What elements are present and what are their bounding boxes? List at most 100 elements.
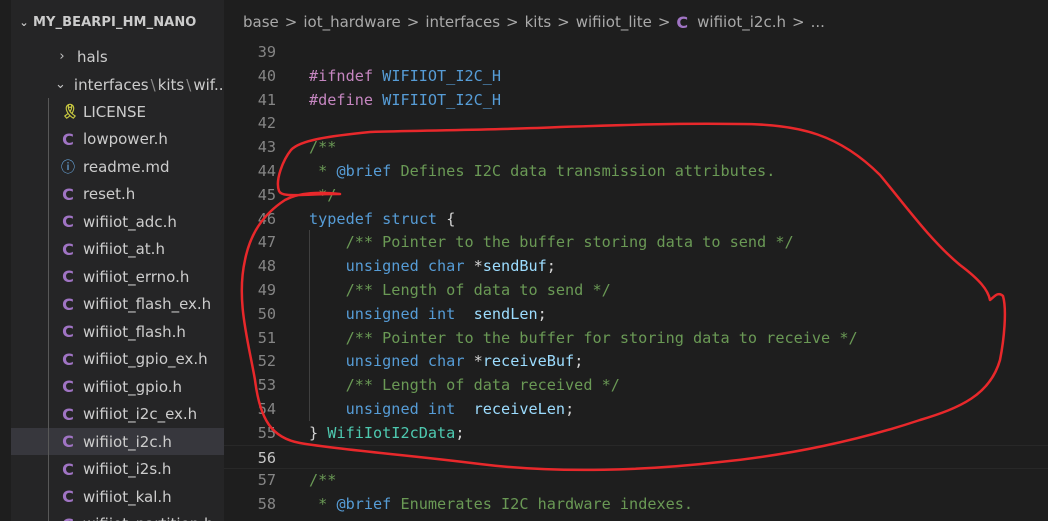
file-item[interactable]: 🎗 LICENSE [11, 98, 224, 125]
code-line[interactable]: 59 */ [224, 516, 1048, 521]
file-item[interactable]: Creset.h [11, 181, 224, 208]
code-token: ; [574, 352, 584, 371]
code-editor[interactable]: base > iot_hardware > interfaces > kits > wifiio… [224, 0, 1048, 521]
breadcrumb-segment[interactable]: interfaces [425, 13, 500, 31]
file-label: wifiiot_i2c_ex.h [83, 405, 198, 423]
file-item[interactable]: Cwifiiot_i2c.h [11, 428, 224, 455]
code-line[interactable]: 56 [224, 444, 1048, 469]
c-file-icon: C [62, 377, 74, 396]
code-line[interactable]: 57 /** [224, 468, 1048, 492]
code-token: receiveLen [473, 400, 566, 418]
code-token: ; [537, 304, 547, 323]
file-label: wifiiot_gpio.h [83, 377, 183, 396]
code-line[interactable]: 51 /** Pointer to the buffer for storing… [224, 325, 1048, 350]
line-number: 59 [224, 516, 276, 521]
code-line[interactable]: 43 /** [224, 135, 1048, 159]
code-token: int [427, 304, 456, 323]
activity-bar-edge [0, 0, 11, 521]
file-item[interactable]: Cwifiiot_i2c_ex.h [11, 401, 224, 428]
line-number: 57 [257, 471, 276, 490]
code-line[interactable]: 54 unsigned int receiveLen; [224, 397, 1048, 421]
file-item[interactable]: Cwifiiot_errno.h [11, 263, 224, 290]
code-text: unsigned int sendLen; [309, 302, 547, 326]
line-number: 52 [257, 352, 276, 371]
code-line[interactable]: 50 unsigned int sendLen; [224, 301, 1048, 326]
code-token: unsigned [345, 257, 419, 276]
code-token: #ifndef [309, 66, 374, 85]
code-text: /** [309, 468, 336, 492]
code-token: @brief [336, 495, 392, 514]
code-token: unsigned [345, 304, 419, 323]
code-line[interactable]: 45 */ [224, 183, 1048, 207]
folder-path-segment: wif... [193, 75, 224, 94]
code-line[interactable]: 46 typedef struct { [224, 207, 1048, 231]
file-item[interactable]: Cwifiiot_at.h [11, 236, 224, 263]
code-line[interactable]: 55} WifiIotI2cData; [224, 421, 1048, 445]
code-line[interactable]: 53 /** Length of data received */ [224, 373, 1048, 398]
line-number: 53 [257, 376, 276, 395]
code-text: #ifndef WIFIIOT_I2C_H [309, 64, 501, 88]
file-item[interactable]: Cwifiiot_gpio.h [11, 373, 224, 400]
line-number: 49 [257, 281, 276, 299]
code-token: */ [309, 185, 337, 204]
file-item[interactable]: Clowpower.h [11, 126, 224, 153]
chevron-right-icon: > [406, 13, 420, 31]
code-line[interactable]: 47 /** Pointer to the buffer storing dat… [224, 230, 1048, 255]
code-line[interactable]: 48 unsigned char *sendBuf; [224, 254, 1048, 279]
file-label: wifiiot_i2s.h [83, 460, 172, 478]
code-line[interactable]: 52 unsigned char *receiveBuf; [224, 349, 1048, 374]
line-number: 47 [257, 233, 276, 252]
line-number: 39 [257, 43, 276, 61]
file-label: wifiiot_flash_ex.h [83, 295, 212, 313]
folder-interfaces-kits-wifiiot[interactable]: ⌄ interfaces \ kits \ wif... [11, 71, 224, 98]
folder-path-segment: interfaces [73, 75, 149, 94]
code-line[interactable]: 44 * @brief Defines I2C data transmissio… [224, 159, 1048, 183]
breadcrumb-file[interactable]: wifiiot_i2c.h [697, 13, 786, 31]
file-item[interactable]: ⓘ readme.md [11, 153, 224, 180]
code-token: /** [309, 138, 337, 157]
explorer-root-header[interactable]: ⌄ MY_BEARPI_HM_NANO [11, 9, 224, 35]
file-label: reset.h [83, 185, 136, 203]
file-item[interactable]: Cwifiiot_gpio_ex.h [11, 346, 224, 373]
code-token: ; [455, 423, 465, 442]
code-line[interactable]: 41 #define WIFIIOT_I2C_H [224, 88, 1048, 112]
code-text: unsigned int receiveLen; [309, 397, 575, 421]
file-item[interactable]: Cwifiiot_kal.h [11, 483, 224, 510]
breadcrumb: base > iot_hardware > interfaces > kits > wifiio… [224, 8, 1048, 36]
file-item[interactable]: Cwifiiot_i2s.h [11, 456, 224, 483]
file-item[interactable]: Cwifiiot_flash.h [11, 318, 224, 345]
code-text: } WifiIotI2cData; [309, 421, 464, 445]
file-item[interactable]: Cwifiiot_partition.h [11, 511, 224, 521]
breadcrumb-segment[interactable]: wifiiot_lite [576, 13, 652, 31]
chevron-right-icon: > [791, 13, 805, 31]
code-token: Enumerates I2C hardware indexes. [391, 495, 694, 514]
file-item[interactable]: Cwifiiot_adc.h [11, 208, 224, 235]
breadcrumb-more[interactable]: ... [811, 13, 825, 31]
file-item[interactable]: Cwifiiot_flash_ex.h [11, 291, 224, 318]
code-line[interactable]: 39 [224, 40, 1048, 64]
code-token: unsigned [345, 400, 419, 418]
path-separator: \ [150, 75, 156, 94]
c-file-icon: C [62, 239, 74, 259]
c-file-icon: C [62, 129, 74, 149]
breadcrumb-segment[interactable]: kits [525, 13, 552, 31]
code-line[interactable]: 49 /** Length of data to send */ [224, 278, 1048, 302]
breadcrumb-segment[interactable]: base [243, 13, 279, 31]
info-icon: ⓘ [61, 159, 75, 176]
code-line[interactable]: 58 * @brief Enumerates I2C hardware inde… [224, 492, 1048, 516]
c-file-icon: C [62, 487, 74, 506]
chevron-right-icon: > [284, 13, 298, 31]
folder-hals[interactable]: › hals [11, 43, 224, 70]
tree-indent-guide [48, 98, 49, 521]
code-line[interactable]: 42 [224, 111, 1048, 135]
breadcrumb-segment[interactable]: iot_hardware [303, 13, 400, 31]
code-line[interactable]: 40 #ifndef WIFIIOT_I2C_H [224, 64, 1048, 88]
c-file-icon: C [62, 322, 74, 341]
